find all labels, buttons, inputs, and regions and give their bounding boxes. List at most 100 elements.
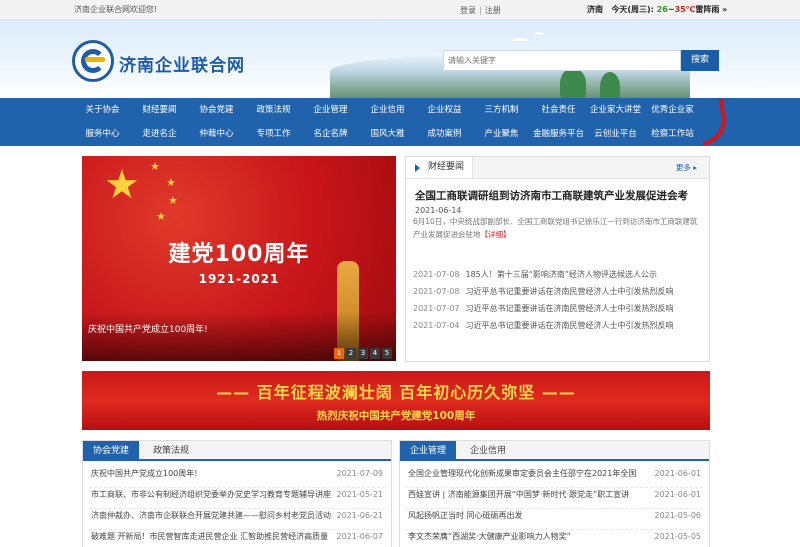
banner-slider[interactable]: ★ ★ ★ ★ ★ 建党100周年 1921-2021 庆祝中国共产党成立100…	[82, 156, 396, 361]
banner-subtitle: 热烈庆祝中国共产党建党100周年	[316, 410, 476, 422]
slider-page-4[interactable]: 4	[370, 348, 380, 359]
nav-item-party-building[interactable]: 协会党建	[188, 98, 245, 122]
nav-item-entrepreneurs[interactable]: 优秀企业家	[644, 98, 701, 122]
nav-item-credit[interactable]: 企业信用	[359, 98, 416, 122]
site-logo-icon[interactable]	[72, 40, 114, 82]
star-icon: ★	[104, 162, 140, 208]
tab-credit[interactable]: 企业信用	[460, 441, 516, 461]
news-list: 2021-07-08 185人！第十三届“影响济南”经济人物评选候选人公示 202…	[413, 269, 708, 337]
nav-item-enterprise-visit[interactable]: 走进名企	[131, 122, 188, 146]
weather-more-icon[interactable]: »	[722, 5, 727, 14]
nav-item-management[interactable]: 企业管理	[302, 98, 359, 122]
slider-page-5[interactable]: 5	[382, 348, 392, 359]
list-item-title[interactable]: 全国企业管理现代化创新成果审定委员会主任邵宁在2021年全国	[408, 467, 648, 481]
register-link[interactable]: 注册	[485, 6, 501, 15]
header-tree-image	[600, 72, 620, 98]
news-headline[interactable]: 全国工商联调研组到访济南市工商联建筑产业发展促进会考	[415, 188, 688, 203]
anniversary-banner[interactable]: —— 百年征程波澜壮阔 百年初心历久弥坚 —— 热烈庆祝中国共产党建党100周年	[82, 371, 710, 430]
list-item[interactable]: 全国企业管理现代化创新成果审定委员会主任邵宁在2021年全国 2021-06-01	[406, 467, 703, 488]
slider-page-1[interactable]: 1	[334, 348, 344, 359]
nav-item-tripartite[interactable]: 三方机制	[473, 98, 530, 122]
banner-slogan: —— 百年征程波澜壮阔 百年初心历久弥坚 ——	[216, 383, 576, 402]
list-item[interactable]: 济南仲裁办、济南市企联联合开展党建共建——慰问乡村老党员活动 2021-06-21	[89, 509, 385, 530]
nav-item-cases[interactable]: 成功案例	[416, 122, 473, 146]
nav-item-procuratorate[interactable]: 检察工作站	[644, 122, 701, 146]
news-tab[interactable]: 财经要闻	[406, 157, 474, 178]
slide-caption[interactable]: 庆祝中国共产党成立100周年!	[88, 322, 208, 335]
nav-item-service-center[interactable]: 服务中心	[74, 122, 131, 146]
nav-item-cloud-platform[interactable]: 云创业平台	[587, 122, 644, 146]
weather-day: 今天(周三):	[611, 5, 654, 14]
news-more-link[interactable]: 更多 ▸	[676, 162, 697, 173]
list-item-date: 2021-05-06	[654, 511, 702, 520]
list-item-title[interactable]: 习近平总书记重要讲话在济南民营经济人士中引发热烈反响	[466, 304, 674, 313]
list-item-title[interactable]: 习近平总书记重要讲话在济南民营经济人士中引发热烈反响	[466, 321, 674, 330]
slider-page-3[interactable]: 3	[358, 348, 368, 359]
list-item[interactable]: 破难题 开新局！市民营智库走进民营企业 汇智助推民营经济高质量 2021-06-0…	[89, 530, 385, 547]
search-input[interactable]	[444, 51, 680, 70]
weather-widget: 济南 今天(周三): 26~35℃雷阵雨 »	[587, 4, 727, 15]
nav-item-social-responsibility[interactable]: 社会责任	[530, 98, 587, 122]
list-item[interactable]: 西娃宣讲 | 济南能源集团开展“中国梦·新时代·跟党走”职工宣讲 2021-06-…	[406, 488, 703, 509]
nav-item-finance-platform[interactable]: 金融服务平台	[530, 122, 587, 146]
list-item-date: 2021-07-07	[413, 304, 460, 313]
weather-temp-sep: ~	[667, 5, 675, 14]
site-name[interactable]: 济南企业联合网	[119, 51, 245, 76]
list-item-date: 2021-06-01	[654, 490, 702, 499]
list-item-title[interactable]: 西娃宣讲 | 济南能源集团开展“中国梦·新时代·跟党走”职工宣讲	[408, 488, 648, 502]
panel-list: 庆祝中国共产党成立100周年! 2021-07-09 市工商联、市非公有制经济组织…	[89, 467, 385, 547]
nav-item-policy[interactable]: 政策法规	[245, 98, 302, 122]
list-item-title[interactable]: 市工商联、市非公有制经济组织党委举办党史学习教育专题辅导讲座	[91, 488, 331, 502]
nav-item-brands[interactable]: 名企名牌	[302, 122, 359, 146]
auth-separator: |	[479, 6, 482, 15]
nav-item-arbitration[interactable]: 仲裁中心	[188, 122, 245, 146]
slider-page-2[interactable]: 2	[346, 348, 356, 359]
nav-item-rights[interactable]: 企业权益	[416, 98, 473, 122]
login-link[interactable]: 登录	[460, 6, 476, 15]
search-button[interactable]: 搜索	[681, 50, 719, 71]
nav-item-finance-news[interactable]: 财经要闻	[131, 98, 188, 122]
auth-links: 登录 | 注册	[460, 5, 501, 16]
nav-item-lecture[interactable]: 企业家大讲堂	[587, 98, 644, 122]
list-item-title[interactable]: 破难题 开新局！市民营智库走进民营企业 汇智助推民营经济高质量	[91, 530, 331, 544]
weather-condition: 雷阵雨	[695, 5, 720, 14]
list-item[interactable]: 庆祝中国共产党成立100周年! 2021-07-09	[89, 467, 385, 488]
list-item[interactable]: 2021-07-04 习近平总书记重要讲话在济南民营经济人士中引发热烈反响	[413, 320, 708, 337]
tab-management[interactable]: 企业管理	[400, 441, 456, 461]
list-item-title[interactable]: 庆祝中国共产党成立100周年!	[91, 467, 331, 481]
news-detail-link[interactable]: 【详细】	[481, 230, 511, 239]
nav-item-special-work[interactable]: 专项工作	[245, 122, 302, 146]
list-item[interactable]: 2021-07-08 习近平总书记重要讲话在济南民营经济人士中引发热烈反响	[413, 286, 708, 303]
star-icon: ★	[156, 210, 166, 223]
list-item[interactable]: 市工商联、市非公有制经济组织党委举办党史学习教育专题辅导讲座 2021-05-21	[89, 488, 385, 509]
enterprise-management-panel: 企业管理 企业信用 全国企业管理现代化创新成果审定委员会主任邵宁在2021年全国…	[399, 440, 710, 547]
panel-list: 全国企业管理现代化创新成果审定委员会主任邵宁在2021年全国 2021-06-01…	[406, 467, 703, 547]
list-item[interactable]: 李文杰荣膺“西湖奖·大健康产业影响力人物奖” 2021-05-05	[406, 530, 703, 547]
list-item-title[interactable]: 济南仲裁办、济南市企联联合开展党建共建——慰问乡村老党员活动	[91, 509, 331, 523]
top-bar: 济南企业联合网欢迎您! 登录 | 注册 济南 今天(周三): 26~35℃雷阵雨 »	[0, 0, 800, 20]
list-item[interactable]: 风起扬帆正当时 同心砥砺再出发 2021-05-06	[406, 509, 703, 530]
party-building-panel: 协会党建 政策法规 庆祝中国共产党成立100周年! 2021-07-09 市工商联…	[82, 440, 392, 547]
header-tree-image	[560, 68, 586, 98]
list-item-title[interactable]: 风起扬帆正当时 同心砥砺再出发	[408, 509, 648, 523]
news-headline-summary: 6月10日，中央统战部副部长、全国工商联党组书记徐乐江一行到访济南市工商联建筑产…	[413, 215, 703, 241]
nav-item-industry[interactable]: 产业聚焦	[473, 122, 530, 146]
finance-news-box: 财经要闻 更多 ▸ 全国工商联调研组到访济南市工商联建筑产业发展促进会考 202…	[405, 156, 710, 362]
welcome-text: 济南企业联合网欢迎您!	[74, 5, 158, 14]
news-box-header: 财经要闻 更多 ▸	[406, 157, 709, 179]
nav-row-2: 服务中心 走进名企 仲裁中心 专项工作 名企名牌 国风大雅 成功案例 产业聚焦 …	[74, 122, 701, 146]
tab-party-building[interactable]: 协会党建	[83, 441, 139, 461]
tab-policy[interactable]: 政策法规	[143, 441, 199, 461]
list-item-date: 2021-07-08	[413, 287, 460, 296]
list-item-title[interactable]: 李文杰荣膺“西湖奖·大健康产业影响力人物奖”	[408, 530, 648, 544]
star-icon: ★	[168, 194, 178, 207]
news-headline-date: 2021-06-14	[415, 206, 462, 215]
star-icon: ★	[150, 160, 160, 173]
list-item[interactable]: 2021-07-08 185人！第十三届“影响济南”经济人物评选候选人公示	[413, 269, 708, 286]
nav-item-about[interactable]: 关于协会	[74, 98, 131, 122]
list-item-title[interactable]: 习近平总书记重要讲话在济南民营经济人士中引发热烈反响	[466, 287, 674, 296]
list-item-title[interactable]: 185人！第十三届“影响济南”经济人物评选候选人公示	[466, 270, 658, 279]
slider-pager: 1 2 3 4 5	[334, 348, 392, 359]
nav-item-national-style[interactable]: 国风大雅	[359, 122, 416, 146]
list-item[interactable]: 2021-07-07 习近平总书记重要讲话在济南民营经济人士中引发热烈反响	[413, 303, 708, 320]
